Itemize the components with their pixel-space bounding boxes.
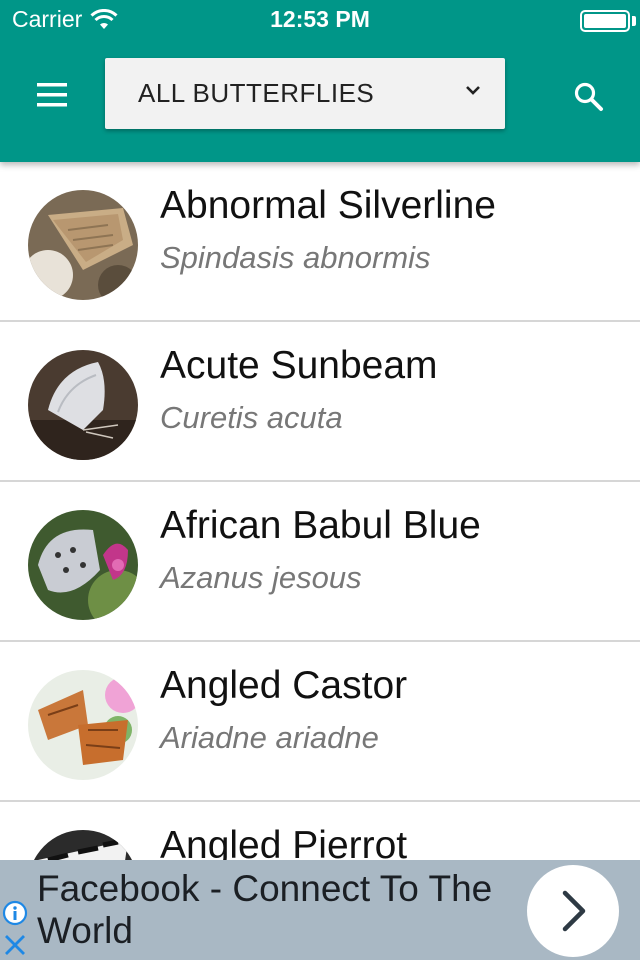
- ad-info-icon[interactable]: [2, 900, 28, 926]
- butterfly-thumbnail: [28, 510, 138, 620]
- scientific-name: Azanus jesous: [160, 560, 362, 595]
- ad-banner[interactable]: Facebook - Connect To The World: [0, 860, 640, 960]
- common-name: Angled Castor: [160, 664, 408, 707]
- common-name: African Babul Blue: [160, 504, 481, 547]
- scientific-name: Spindasis abnormis: [160, 240, 431, 275]
- common-name: Angled Pierrot: [160, 824, 408, 860]
- list-item[interactable]: Acute Sunbeam Curetis acuta: [0, 322, 640, 482]
- ad-text: Facebook - Connect To The World: [37, 868, 493, 951]
- scientific-name: Curetis acuta: [160, 400, 343, 435]
- clock: 12:53 PM: [270, 6, 370, 32]
- butterfly-thumbnail: [28, 830, 138, 860]
- list-item[interactable]: Abnormal Silverline Spindasis abnormis: [0, 162, 640, 322]
- search-button[interactable]: [572, 80, 606, 114]
- category-dropdown-label: ALL BUTTERFLIES: [138, 78, 375, 108]
- list-item[interactable]: Angled Castor Ariadne ariadne: [0, 642, 640, 802]
- search-icon: [574, 82, 603, 111]
- butterfly-thumbnail: [28, 670, 138, 780]
- menu-button[interactable]: [30, 78, 74, 112]
- chevron-down-icon: [466, 86, 480, 95]
- chevron-right-icon: [562, 890, 586, 932]
- butterfly-list: Abnormal Silverline Spindasis abnormis A…: [0, 162, 640, 860]
- scientific-name: Ariadne ariadne: [160, 720, 379, 755]
- hamburger-menu-icon: [37, 83, 67, 107]
- list-item[interactable]: African Babul Blue Azanus jesous: [0, 482, 640, 642]
- battery-icon: [580, 10, 630, 32]
- battery-tip: [632, 16, 636, 26]
- ad-open-button[interactable]: [527, 865, 619, 957]
- common-name: Acute Sunbeam: [160, 344, 438, 387]
- butterfly-thumbnail: [28, 350, 138, 460]
- status-bar: Carrier 12:53 PM: [0, 0, 640, 40]
- butterfly-thumbnail: [28, 190, 138, 300]
- app-bar: Carrier 12:53 PM ALL BUTTERFLIES: [0, 0, 640, 162]
- close-icon[interactable]: [2, 932, 28, 958]
- category-dropdown[interactable]: ALL BUTTERFLIES: [105, 58, 505, 129]
- common-name: Abnormal Silverline: [160, 184, 496, 227]
- list-item[interactable]: Angled Pierrot: [0, 802, 640, 860]
